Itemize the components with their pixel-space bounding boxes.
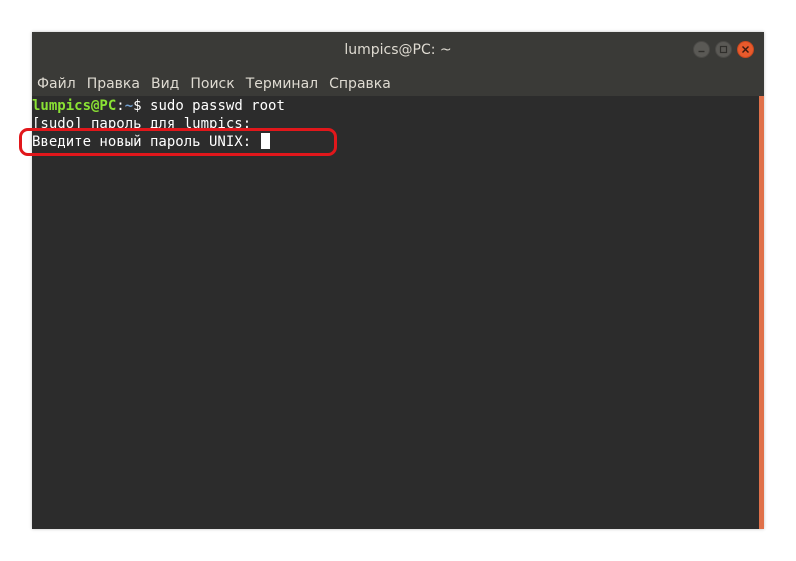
prompt-symbol: $: [133, 98, 151, 114]
prompt-separator: :: [116, 98, 125, 114]
menu-file[interactable]: Файл: [32, 72, 82, 96]
minimize-icon: [698, 50, 705, 53]
terminal-output[interactable]: lumpics@PC:~$ sudo passwd root [sudo] па…: [32, 96, 759, 529]
prompt-path: ~: [124, 98, 134, 114]
menu-terminal[interactable]: Терминал: [241, 72, 324, 96]
menu-view[interactable]: Вид: [146, 72, 185, 96]
window-controls: [693, 41, 754, 58]
command-text: sudo passwd root: [150, 98, 285, 114]
menu-search[interactable]: Поиск: [185, 72, 240, 96]
command-line: lumpics@PC:~$ sudo passwd root: [32, 97, 285, 115]
maximize-icon: [719, 45, 728, 54]
title-bar[interactable]: lumpics@PC: ~: [32, 32, 764, 72]
text-cursor: [260, 133, 270, 149]
scrollbar-edge[interactable]: [759, 96, 764, 529]
menu-help[interactable]: Справка: [324, 72, 397, 96]
prompt-user: lumpics@PC: [32, 98, 117, 114]
new-password-line: Введите новый пароль UNIX:: [32, 133, 270, 151]
window-title: lumpics@PC: ~: [344, 42, 452, 58]
minimize-button[interactable]: [693, 41, 710, 58]
menu-bar: Файл Правка Вид Поиск Терминал Справка: [32, 72, 764, 96]
close-button[interactable]: [737, 41, 754, 58]
menu-edit[interactable]: Правка: [82, 72, 146, 96]
sudo-password-line: [sudo] пароль для lumpics:: [32, 116, 252, 132]
maximize-button[interactable]: [715, 41, 732, 58]
terminal-window: lumpics@PC: ~ Файл Правка Вид Поиск Терм…: [32, 32, 764, 529]
close-icon: [742, 46, 749, 53]
new-password-prompt: Введите новый пароль UNIX:: [32, 134, 260, 150]
